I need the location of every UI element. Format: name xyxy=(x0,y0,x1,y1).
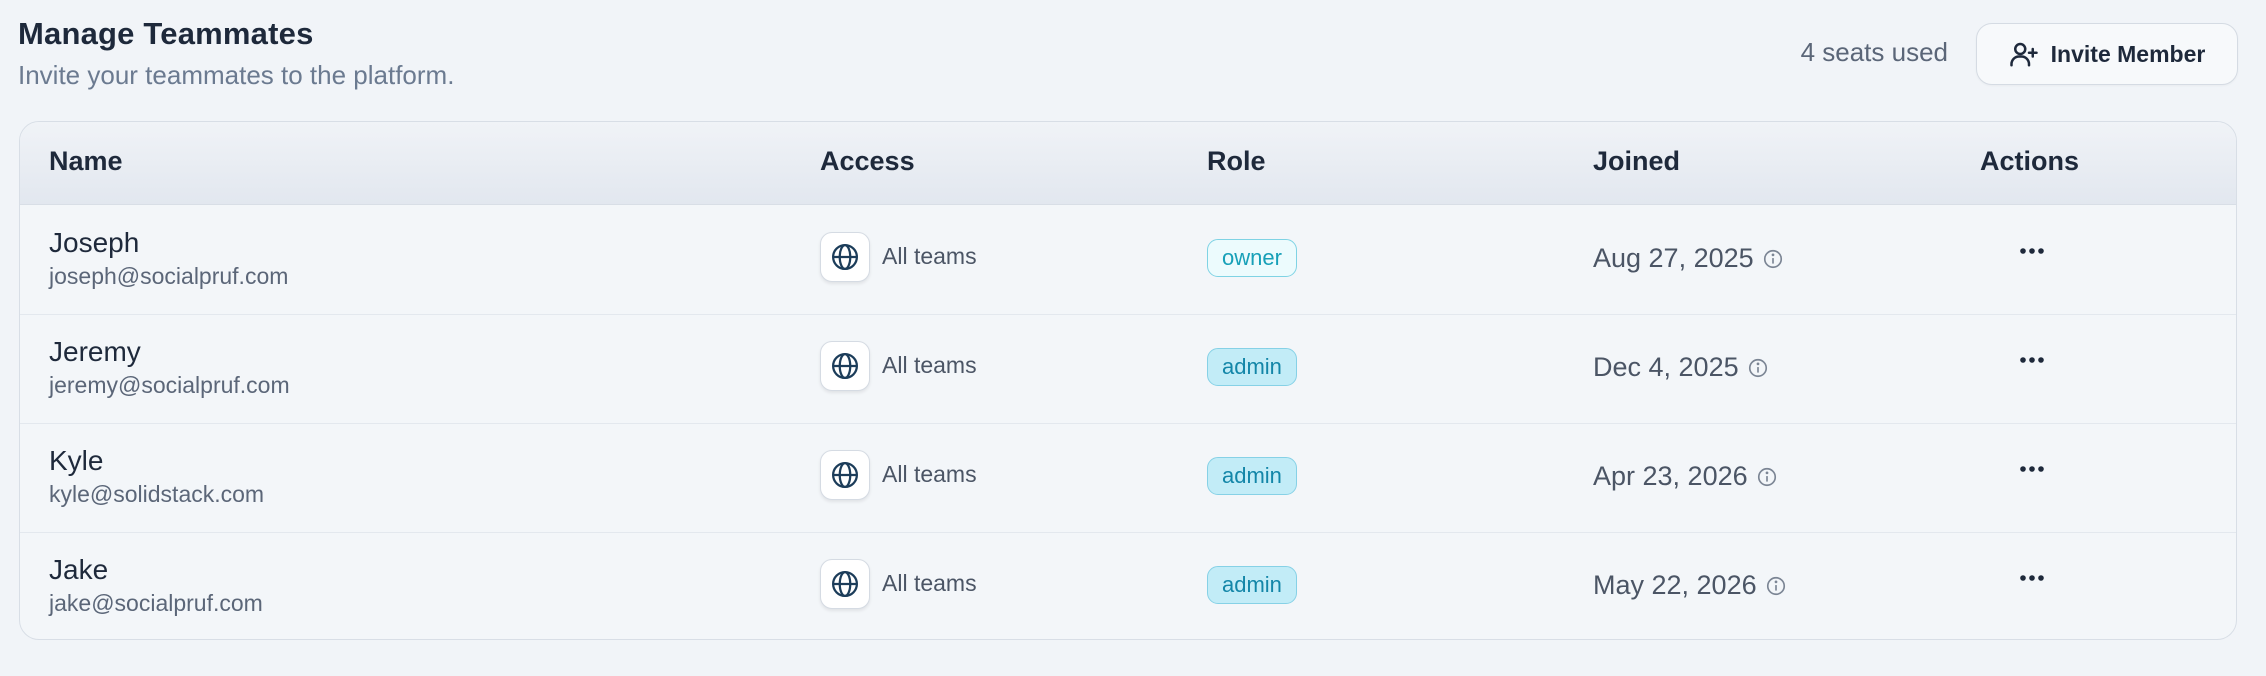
column-header-access: Access xyxy=(820,146,915,176)
access-label: All teams xyxy=(882,461,977,487)
user-plus-icon xyxy=(2009,39,2039,69)
more-horizontal-icon xyxy=(2020,248,2044,254)
info-icon[interactable] xyxy=(1756,466,1778,488)
role-badge: admin xyxy=(1207,566,1297,604)
member-email: jake@socialpruf.com xyxy=(49,590,263,616)
row-actions-button[interactable] xyxy=(2010,229,2054,273)
joined-date-text: May 22, 2026 xyxy=(1593,570,1757,600)
seats-used-count: 4 seats used xyxy=(1800,37,1948,67)
table-row: Kyle kyle@solidstack.com All teams admin… xyxy=(20,423,2236,533)
member-name: Kyle xyxy=(49,445,104,476)
joined-date: Dec 4, 2025 xyxy=(1593,352,1769,383)
joined-date-text: Aug 27, 2025 xyxy=(1593,243,1754,273)
info-icon[interactable] xyxy=(1762,248,1784,270)
member-name: Joseph xyxy=(49,227,140,258)
column-header-joined: Joined xyxy=(1593,146,1681,176)
member-email: kyle@solidstack.com xyxy=(49,481,265,507)
member-email: joseph@socialpruf.com xyxy=(49,263,289,289)
row-actions-button[interactable] xyxy=(2010,338,2054,382)
globe-icon xyxy=(820,341,870,391)
more-horizontal-icon xyxy=(2020,466,2044,472)
joined-date-text: Dec 4, 2025 xyxy=(1593,352,1739,382)
table-row: Joseph joseph@socialpruf.com All teams o… xyxy=(20,205,2236,315)
column-header-role: Role xyxy=(1207,146,1266,176)
row-actions-button[interactable] xyxy=(2010,556,2054,600)
access-label: All teams xyxy=(882,570,977,596)
role-badge: owner xyxy=(1207,239,1297,277)
member-email: jeremy@socialpruf.com xyxy=(49,372,290,398)
invite-member-button[interactable]: Invite Member xyxy=(1976,23,2238,85)
access-label: All teams xyxy=(882,352,977,378)
access-label: All teams xyxy=(882,243,977,269)
table-row: Jake jake@socialpruf.com All teams admin… xyxy=(20,532,2236,639)
role-badge: admin xyxy=(1207,348,1297,386)
globe-icon xyxy=(820,232,870,282)
more-horizontal-icon xyxy=(2020,357,2044,363)
joined-date-text: Apr 23, 2026 xyxy=(1593,461,1748,491)
column-header-name: Name xyxy=(49,146,123,176)
column-header-actions: Actions xyxy=(1980,146,2080,176)
joined-date: Aug 27, 2025 xyxy=(1593,243,1784,274)
member-name: Jeremy xyxy=(49,336,141,367)
table-row: Jeremy jeremy@socialpruf.com All teams a… xyxy=(20,314,2236,424)
info-icon[interactable] xyxy=(1765,575,1787,597)
row-actions-button[interactable] xyxy=(2010,447,2054,491)
role-badge: admin xyxy=(1207,457,1297,495)
member-name: Jake xyxy=(49,554,109,585)
teammates-table: Name Access Role Joined Actions Joseph j… xyxy=(19,121,2237,640)
page-title: Manage Teammates xyxy=(18,16,314,51)
table-header: Name Access Role Joined Actions xyxy=(20,122,2236,205)
page-subtitle: Invite your teammates to the platform. xyxy=(18,60,455,90)
info-icon[interactable] xyxy=(1747,357,1769,379)
invite-member-label: Invite Member xyxy=(2050,40,2206,67)
joined-date: May 22, 2026 xyxy=(1593,570,1787,601)
more-horizontal-icon xyxy=(2020,575,2044,581)
joined-date: Apr 23, 2026 xyxy=(1593,461,1778,492)
globe-icon xyxy=(820,559,870,609)
globe-icon xyxy=(820,450,870,500)
